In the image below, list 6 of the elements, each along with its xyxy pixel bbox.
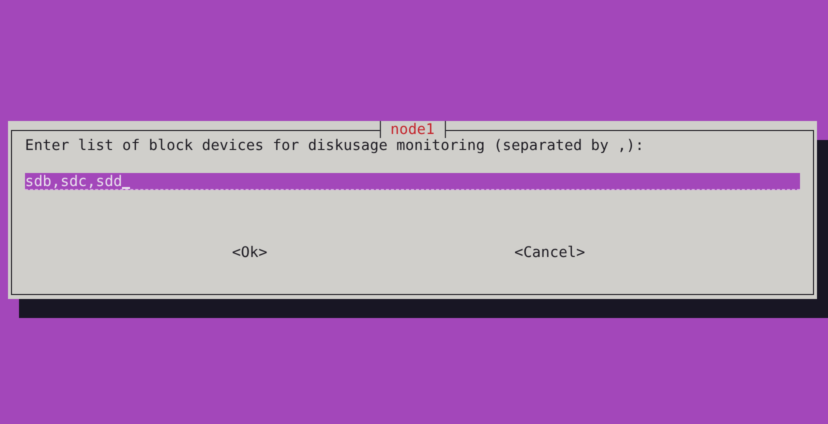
dialog-title: node1 bbox=[379, 121, 446, 138]
ok-button[interactable]: <Ok> bbox=[232, 244, 268, 262]
cancel-button[interactable]: <Cancel> bbox=[514, 244, 586, 262]
input-field[interactable]: sdb,sdc,sdd bbox=[25, 173, 800, 190]
prompt-text: Enter list of block devices for diskusage monitoring (separated by ,): bbox=[25, 137, 645, 155]
text-cursor-icon bbox=[122, 186, 130, 188]
